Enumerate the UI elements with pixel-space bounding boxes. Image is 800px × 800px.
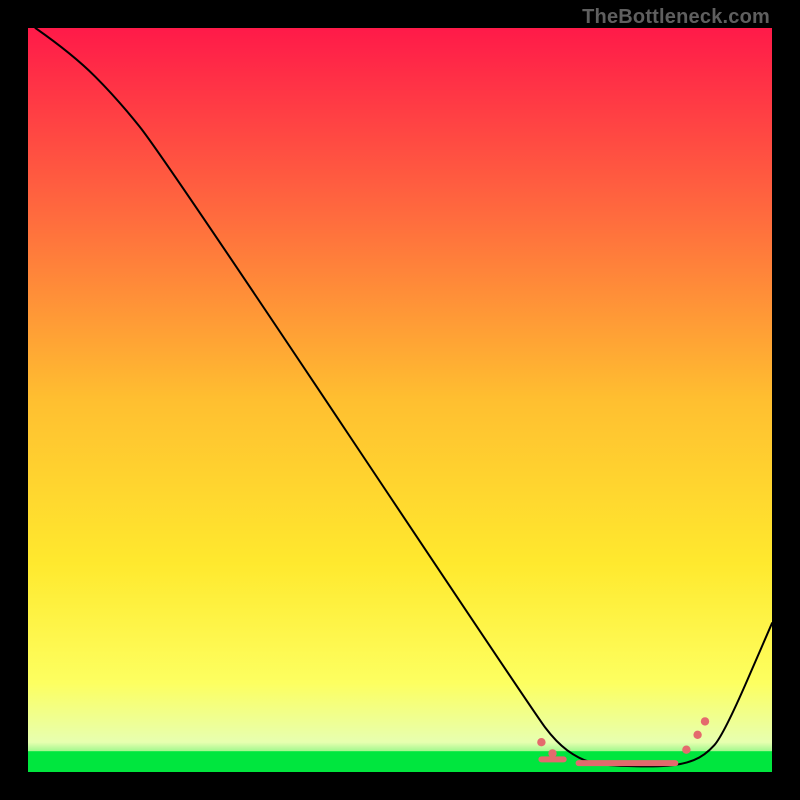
bottleneck-chart [28, 28, 772, 772]
marker-dot [548, 749, 556, 757]
marker-dot [537, 738, 545, 746]
marker-dot [693, 731, 701, 739]
marker-dot [701, 717, 709, 725]
gradient-background [28, 28, 772, 772]
watermark-text: TheBottleneck.com [582, 6, 770, 29]
marker-dot [682, 746, 690, 754]
